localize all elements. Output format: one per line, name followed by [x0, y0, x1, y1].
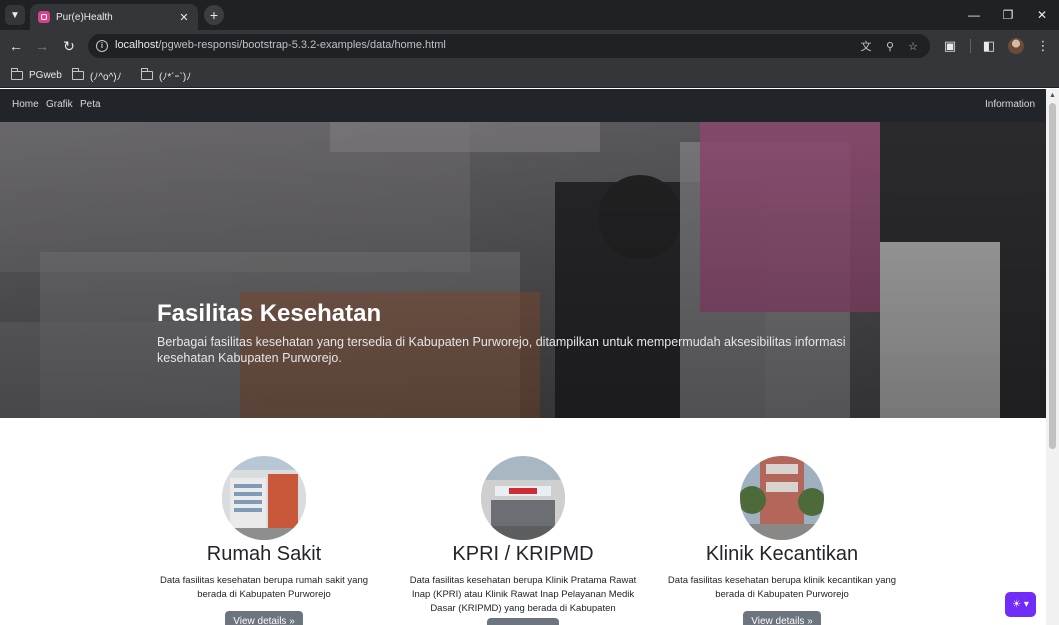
more-menu-icon[interactable]: ⋮	[1033, 36, 1053, 56]
nav-link-home[interactable]: Home	[12, 99, 39, 110]
clinic-photo	[481, 456, 565, 540]
card-kpri-kripmd: KPRI / KRIPMD Data fasilitas kesehatan b…	[393, 456, 653, 625]
theme-toggle-button[interactable]: ☀ ▾	[1005, 592, 1036, 617]
site-navbar: Home Grafik Peta Information	[0, 89, 1046, 122]
browser-tab[interactable]: Pur(e)Health ✕	[30, 4, 198, 30]
bookmark-star-icon[interactable]: ☆	[905, 38, 921, 54]
bookmarks-bar: PGweb (ﾉ^o^)ﾉ (ﾉ*´ｰ`)ﾉ	[0, 62, 1059, 88]
bookmark-folder[interactable]: (ﾉ*´ｰ`)ﾉ	[140, 67, 192, 83]
profile-avatar[interactable]	[1008, 38, 1024, 54]
extensions-puzzle-icon[interactable]: ▣	[940, 36, 960, 56]
tab-title: Pur(e)Health	[56, 11, 113, 23]
bookmark-folder[interactable]: (ﾉ^o^)ﾉ	[71, 67, 122, 83]
card-title: Rumah Sakit	[206, 543, 322, 565]
toolbar-divider	[970, 39, 971, 53]
card-description: Data fasilitas kesehatan berupa klinik k…	[667, 575, 897, 600]
back-arrow-icon[interactable]: ←	[6, 36, 26, 56]
scroll-up-arrow-icon[interactable]: ▲	[1046, 89, 1059, 102]
card-klinik-kecantikan: Klinik Kecantikan Data fasilitas kesehat…	[652, 456, 912, 625]
reload-icon[interactable]: ↻	[59, 36, 79, 56]
bookmark-label: (ﾉ^o^)ﾉ	[90, 71, 122, 83]
bookmark-folder[interactable]: PGweb	[10, 67, 62, 83]
hero-description: Berbagai fasilitas kesehatan yang tersed…	[157, 335, 846, 365]
close-window-icon[interactable]: ✕	[1025, 0, 1059, 30]
hospital-photo	[222, 456, 306, 540]
card-title: KPRI / KRIPMD	[452, 543, 594, 565]
folder-icon	[71, 68, 84, 80]
hero-background-photo	[0, 122, 1046, 418]
site-info-icon[interactable]: i	[96, 40, 108, 52]
page-scrollbar[interactable]: ▲	[1046, 89, 1059, 625]
nav-link-information[interactable]: Information	[985, 99, 1035, 110]
url-text[interactable]: localhost/pgweb-responsi/bootstrap-5.3.2…	[115, 39, 446, 51]
page-viewport: Home Grafik Peta Information Fasilitas K…	[0, 89, 1046, 625]
browser-tab-strip: ▼ Pur(e)Health ✕ + — ❐ ✕	[0, 0, 1059, 30]
view-details-button[interactable]: View details »	[225, 611, 303, 625]
tab-close-icon[interactable]: ✕	[178, 11, 190, 24]
address-bar[interactable]: i localhost/pgweb-responsi/bootstrap-5.3…	[88, 34, 930, 58]
folder-icon	[10, 68, 23, 80]
hero-banner: Fasilitas Kesehatan Berbagai fasilitas k…	[0, 122, 1046, 418]
nav-link-grafik[interactable]: Grafik	[46, 99, 73, 110]
tab-search-chevron-icon[interactable]: ▼	[5, 5, 25, 25]
view-details-button[interactable]	[487, 618, 559, 625]
bookmark-label: (ﾉ*´ｰ`)ﾉ	[159, 71, 192, 83]
card-rumah-sakit: Rumah Sakit Data fasilitas kesehatan ber…	[134, 456, 394, 625]
browser-toolbar: ← → ↻ i localhost/pgweb-responsi/bootstr…	[0, 30, 1059, 62]
scroll-thumb[interactable]	[1049, 103, 1056, 449]
minimize-icon[interactable]: —	[957, 0, 991, 30]
view-details-button[interactable]: View details »	[743, 611, 821, 625]
folder-icon	[140, 68, 153, 80]
side-panel-icon[interactable]: ◧	[979, 36, 999, 56]
forward-arrow-icon[interactable]: →	[32, 36, 52, 56]
zoom-icon[interactable]: ⚲	[882, 38, 898, 54]
card-title: Klinik Kecantikan	[705, 543, 859, 565]
nav-link-peta[interactable]: Peta	[80, 99, 101, 110]
site-favicon-icon	[38, 11, 50, 23]
restore-icon[interactable]: ❐	[991, 0, 1025, 30]
translate-icon[interactable]: 文	[858, 38, 874, 54]
new-tab-button[interactable]: +	[204, 5, 224, 25]
hero-title: Fasilitas Kesehatan	[157, 300, 382, 327]
beauty-clinic-photo	[740, 456, 824, 540]
card-description: Data fasilitas kesehatan berupa rumah sa…	[159, 575, 369, 600]
bookmark-label: PGweb	[29, 69, 62, 81]
window-controls: — ❐ ✕	[957, 0, 1059, 30]
